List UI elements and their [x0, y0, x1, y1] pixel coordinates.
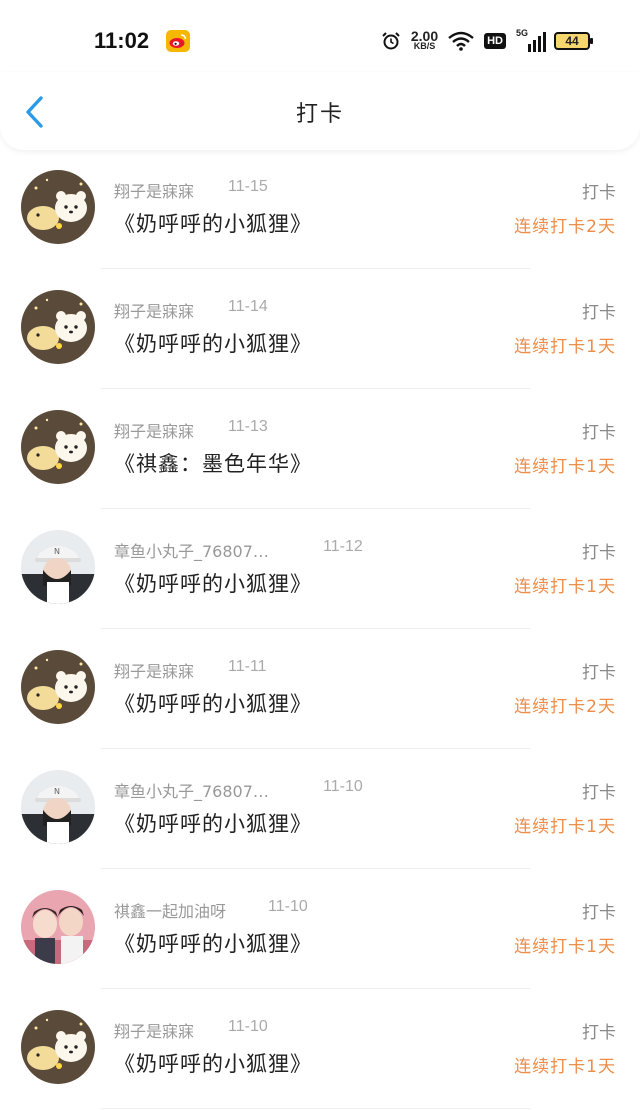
battery-icon: 44	[554, 32, 593, 50]
checkin-label: 打卡	[582, 423, 616, 443]
wifi-icon	[448, 31, 474, 51]
hd-badge: HD	[484, 33, 506, 49]
book-title[interactable]: 《奶呼呼的小狐狸》	[114, 808, 312, 838]
divider	[100, 748, 530, 749]
weibo-icon	[166, 30, 190, 52]
user-name[interactable]: 翔子是寐寐	[114, 418, 194, 442]
divider	[100, 388, 530, 389]
avatar-image	[21, 170, 95, 244]
book-title[interactable]: 《奶呼呼的小狐狸》	[114, 328, 312, 358]
streak-badge: 连续打卡1天	[514, 937, 616, 957]
streak-badge: 连续打卡1天	[514, 457, 616, 477]
checkin-label: 打卡	[582, 903, 616, 923]
checkin-date: 11-11	[228, 658, 267, 675]
divider	[100, 988, 530, 989]
user-name[interactable]: 祺鑫一起加油呀	[114, 898, 226, 922]
avatar-image	[21, 650, 95, 724]
checkin-label: 打卡	[582, 183, 616, 203]
battery-level: 44	[565, 34, 579, 48]
checkin-date: 11-12	[323, 538, 363, 555]
list-item[interactable]: 翔子是寐寐 11-15 《奶呼呼的小狐狸》 打卡 连续打卡2天	[0, 150, 640, 270]
checkin-date: 11-10	[268, 898, 308, 915]
status-indicators: 2.00 KB/S HD 5G 44	[381, 28, 593, 54]
page-title: 打卡	[295, 102, 344, 127]
network-type: 5G	[516, 28, 529, 38]
avatar[interactable]	[21, 410, 95, 484]
avatar[interactable]	[21, 890, 95, 964]
streak-badge: 连续打卡1天	[514, 337, 616, 357]
checkin-date: 11-13	[228, 418, 268, 435]
net-speed-value: 2.00	[410, 28, 439, 44]
user-name[interactable]: 翔子是寐寐	[114, 658, 194, 682]
avatar-image	[21, 410, 95, 484]
list-item[interactable]: 翔子是寐寐 11-13 《祺鑫：墨色年华》 打卡 连续打卡1天	[0, 390, 640, 510]
streak-badge: 连续打卡1天	[514, 577, 616, 597]
list-item[interactable]: 翔子是寐寐 11-10 《奶呼呼的小狐狸》 打卡 连续打卡1天	[0, 990, 640, 1110]
checkin-label: 打卡	[582, 543, 616, 563]
user-name[interactable]: 翔子是寐寐	[114, 1018, 194, 1042]
status-time: 11:02	[94, 28, 150, 53]
streak-badge: 连续打卡2天	[514, 697, 616, 717]
list-item[interactable]: 祺鑫一起加油呀 11-10 《奶呼呼的小狐狸》 打卡 连续打卡1天	[0, 870, 640, 990]
avatar[interactable]	[21, 170, 95, 244]
book-title[interactable]: 《奶呼呼的小狐狸》	[114, 568, 312, 598]
avatar[interactable]: N	[21, 530, 95, 604]
streak-badge: 连续打卡2天	[514, 217, 616, 237]
book-title[interactable]: 《奶呼呼的小狐狸》	[114, 1048, 312, 1078]
alarm-icon	[382, 32, 400, 50]
divider	[100, 1108, 530, 1109]
nav-bar: 打卡	[0, 72, 640, 150]
checkin-label: 打卡	[582, 1023, 616, 1043]
avatar-image: N	[21, 530, 95, 604]
checkin-date: 11-10	[323, 778, 363, 795]
avatar-image: N	[21, 770, 95, 844]
svg-text:N: N	[54, 787, 60, 796]
streak-badge: 连续打卡1天	[514, 817, 616, 837]
book-title[interactable]: 《奶呼呼的小狐狸》	[114, 928, 312, 958]
status-bar: 11:02 2.00 KB/S HD 5G 44	[0, 0, 640, 80]
book-title[interactable]: 《奶呼呼的小狐狸》	[114, 688, 312, 718]
avatar[interactable]: N	[21, 770, 95, 844]
net-speed-unit: KB/S	[413, 41, 436, 51]
checkin-list: 翔子是寐寐 11-15 《奶呼呼的小狐狸》 打卡 连续打卡2天 翔子是寐寐 11…	[0, 150, 640, 1110]
avatar-image	[21, 890, 95, 964]
checkin-date: 11-15	[228, 178, 268, 195]
avatar-image	[21, 290, 95, 364]
list-item[interactable]: 翔子是寐寐 11-11 《奶呼呼的小狐狸》 打卡 连续打卡2天	[0, 630, 640, 750]
book-title[interactable]: 《祺鑫：墨色年华》	[114, 448, 312, 478]
avatar-image	[21, 1010, 95, 1084]
checkin-label: 打卡	[582, 303, 616, 323]
checkin-date: 11-14	[228, 298, 268, 315]
user-name[interactable]: 翔子是寐寐	[114, 178, 194, 202]
svg-text:N: N	[54, 547, 60, 556]
net-speed: 2.00 KB/S	[410, 28, 439, 51]
list-item[interactable]: N 章鱼小丸子_76807… 11-10 《奶呼呼的小狐狸》 打卡 连续打卡1天	[0, 750, 640, 870]
divider	[100, 628, 530, 629]
avatar[interactable]	[21, 650, 95, 724]
avatar[interactable]	[21, 1010, 95, 1084]
checkin-date: 11-10	[228, 1018, 268, 1035]
checkin-label: 打卡	[582, 663, 616, 683]
signal-icon: 5G	[516, 28, 546, 52]
divider	[100, 868, 530, 869]
divider	[100, 508, 530, 509]
divider	[100, 268, 530, 269]
user-name[interactable]: 章鱼小丸子_76807…	[114, 778, 269, 802]
list-item[interactable]: 翔子是寐寐 11-14 《奶呼呼的小狐狸》 打卡 连续打卡1天	[0, 270, 640, 390]
avatar[interactable]	[21, 290, 95, 364]
book-title[interactable]: 《奶呼呼的小狐狸》	[114, 208, 312, 238]
checkin-label: 打卡	[582, 783, 616, 803]
list-item[interactable]: N 章鱼小丸子_76807… 11-12 《奶呼呼的小狐狸》 打卡 连续打卡1天	[0, 510, 640, 630]
streak-badge: 连续打卡1天	[514, 1057, 616, 1077]
user-name[interactable]: 章鱼小丸子_76807…	[114, 538, 269, 562]
user-name[interactable]: 翔子是寐寐	[114, 298, 194, 322]
